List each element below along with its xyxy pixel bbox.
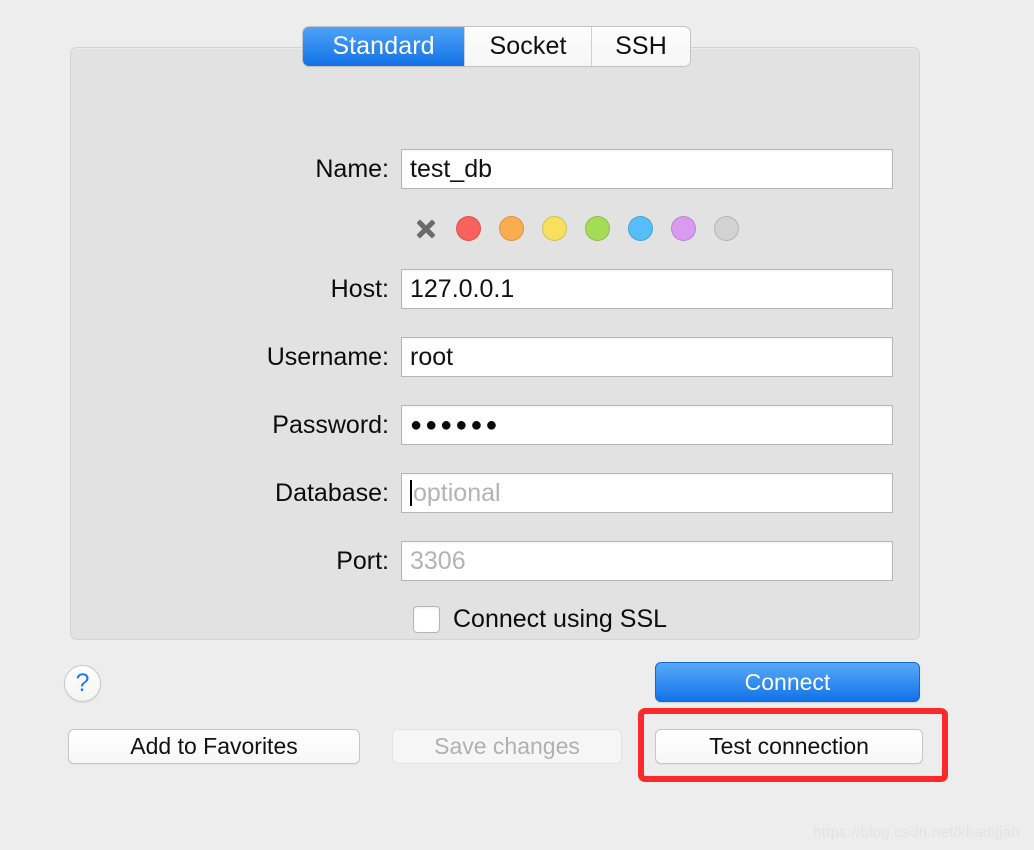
password-masked-value: ●●●●●● — [410, 414, 500, 437]
color-swatch-purple[interactable] — [671, 216, 696, 241]
connection-type-tabs[interactable]: Standard Socket SSH — [303, 27, 690, 66]
field-row-username: Username: root — [71, 337, 919, 377]
ssl-checkbox-group[interactable]: Connect using SSL — [71, 605, 667, 634]
database-placeholder: optional — [413, 479, 501, 508]
host-label: Host: — [71, 275, 401, 304]
x-icon[interactable] — [413, 216, 438, 241]
tab-standard[interactable]: Standard — [303, 27, 465, 66]
color-swatch-green[interactable] — [585, 216, 610, 241]
question-mark-icon: ? — [76, 669, 90, 698]
text-caret — [410, 480, 412, 506]
watermark-text: https://blog.csdn.net/khadijjah — [813, 824, 1020, 841]
field-row-port: Port: 3306 — [71, 541, 919, 581]
save-changes-button: Save changes — [392, 729, 622, 764]
field-row-database: Database: optional — [71, 473, 919, 513]
connection-settings-panel: Name: test_db Host: 127.0.0.1 Username: … — [70, 47, 920, 640]
ssl-label: Connect using SSL — [453, 605, 667, 634]
database-label: Database: — [71, 479, 401, 508]
port-label: Port: — [71, 547, 401, 576]
color-swatch-gray[interactable] — [714, 216, 739, 241]
color-swatch-orange[interactable] — [499, 216, 524, 241]
connect-button[interactable]: Connect — [655, 662, 920, 702]
name-label: Name: — [71, 155, 401, 184]
username-label: Username: — [71, 343, 401, 372]
database-input[interactable]: optional — [401, 473, 893, 513]
name-input[interactable]: test_db — [401, 149, 893, 189]
username-input[interactable]: root — [401, 337, 893, 377]
color-swatch-yellow[interactable] — [542, 216, 567, 241]
color-tag-swatches[interactable] — [401, 216, 739, 241]
password-input[interactable]: ●●●●●● — [401, 405, 893, 445]
password-label: Password: — [71, 411, 401, 440]
field-row-password: Password: ●●●●●● — [71, 405, 919, 445]
help-button[interactable]: ? — [64, 665, 101, 702]
field-row-ssl: Connect using SSL — [71, 605, 919, 634]
test-connection-button[interactable]: Test connection — [655, 729, 923, 764]
port-input[interactable]: 3306 — [401, 541, 893, 581]
color-swatch-blue[interactable] — [628, 216, 653, 241]
add-to-favorites-button[interactable]: Add to Favorites — [68, 729, 360, 764]
color-tag-row — [71, 216, 919, 241]
field-row-name: Name: test_db — [71, 149, 919, 189]
host-input[interactable]: 127.0.0.1 — [401, 269, 893, 309]
ssl-checkbox[interactable] — [413, 606, 440, 633]
color-swatch-red[interactable] — [456, 216, 481, 241]
tab-ssh[interactable]: SSH — [592, 27, 690, 66]
tab-socket[interactable]: Socket — [465, 27, 592, 66]
field-row-host: Host: 127.0.0.1 — [71, 269, 919, 309]
